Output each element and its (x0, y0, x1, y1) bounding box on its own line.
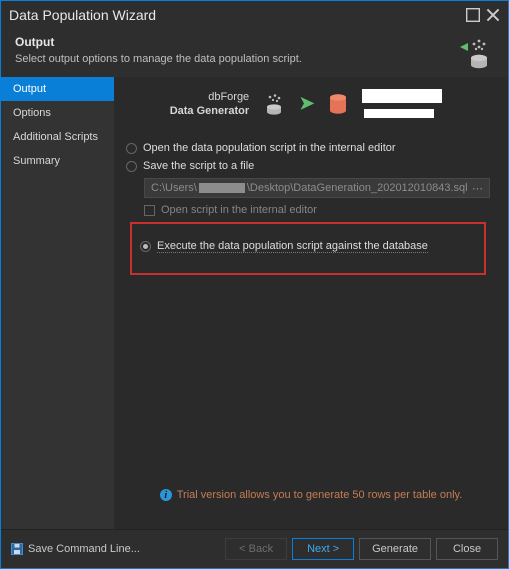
next-button[interactable]: Next > (292, 538, 354, 560)
flow-label-line1: dbForge (170, 90, 249, 104)
option-open-editor[interactable]: Open the data population script in the i… (126, 142, 490, 154)
trial-text: Trial version allows you to generate 50 … (177, 489, 463, 501)
save-path-suffix: \Desktop\DataGeneration_202012010843.sql (247, 182, 468, 194)
execute-highlight-box: Execute the data population script again… (130, 222, 486, 275)
save-path-redaction (199, 183, 245, 193)
flow-label-line2: Data Generator (170, 104, 249, 118)
back-button: < Back (225, 538, 287, 560)
destination-line1 (362, 89, 442, 103)
footer: Save Command Line... < Back Next > Gener… (1, 529, 508, 568)
info-icon: i (160, 489, 172, 501)
sidebar-item-options[interactable]: Options (1, 101, 114, 125)
header-generator-icon (458, 35, 490, 71)
destination-line2 (364, 109, 434, 118)
save-path-field[interactable]: C:\Users\ \Desktop\DataGeneration_202012… (144, 178, 490, 198)
option-open-after-save[interactable]: Open script in the internal editor (144, 204, 490, 216)
maximize-button[interactable] (466, 8, 480, 22)
save-path-prefix: C:\Users\ (151, 182, 197, 194)
option-open-editor-label: Open the data population script in the i… (143, 142, 396, 154)
radio-open-editor[interactable] (126, 143, 137, 154)
option-save-file[interactable]: Save the script to a file (126, 160, 490, 172)
main-panel: dbForge Data Generator ➤ (114, 77, 508, 529)
save-icon (11, 543, 23, 555)
option-execute-label: Execute the data population script again… (157, 240, 428, 253)
radio-save-file[interactable] (126, 161, 137, 172)
generator-icon (263, 93, 285, 115)
arrow-icon: ➤ (299, 93, 314, 114)
subheader-desc: Select output options to manage the data… (15, 53, 496, 65)
sidebar-item-summary[interactable]: Summary (1, 149, 114, 173)
destination-placeholder (362, 89, 442, 118)
window: Data Population Wizard Output Select out… (0, 0, 509, 569)
radio-execute[interactable] (140, 241, 151, 252)
titlebar: Data Population Wizard (1, 1, 508, 29)
sidebar-item-output[interactable]: Output (1, 77, 114, 101)
close-footer-button[interactable]: Close (436, 538, 498, 560)
browse-ellipsis-icon[interactable]: ⋯ (472, 182, 483, 195)
checkbox-open-after-save[interactable] (144, 205, 155, 216)
save-command-line-link[interactable]: Save Command Line... (11, 543, 140, 555)
window-title: Data Population Wizard (9, 7, 460, 23)
sidebar: Output Options Additional Scripts Summar… (1, 77, 114, 529)
options-group: Open the data population script in the i… (114, 130, 508, 275)
trial-notice: i Trial version allows you to generate 5… (114, 479, 508, 529)
database-icon (328, 93, 348, 115)
option-execute[interactable]: Execute the data population script again… (140, 240, 476, 253)
subheader: Output Select output options to manage t… (1, 29, 508, 77)
option-open-after-save-label: Open script in the internal editor (161, 204, 317, 216)
flow-label: dbForge Data Generator (170, 90, 249, 118)
flow-row: dbForge Data Generator ➤ (114, 77, 508, 130)
body: Output Options Additional Scripts Summar… (1, 77, 508, 529)
sidebar-item-additional-scripts[interactable]: Additional Scripts (1, 125, 114, 149)
close-button[interactable] (486, 8, 500, 22)
subheader-title: Output (15, 35, 496, 49)
save-command-line-label: Save Command Line... (28, 543, 140, 555)
option-save-file-label: Save the script to a file (143, 160, 254, 172)
generate-button[interactable]: Generate (359, 538, 431, 560)
